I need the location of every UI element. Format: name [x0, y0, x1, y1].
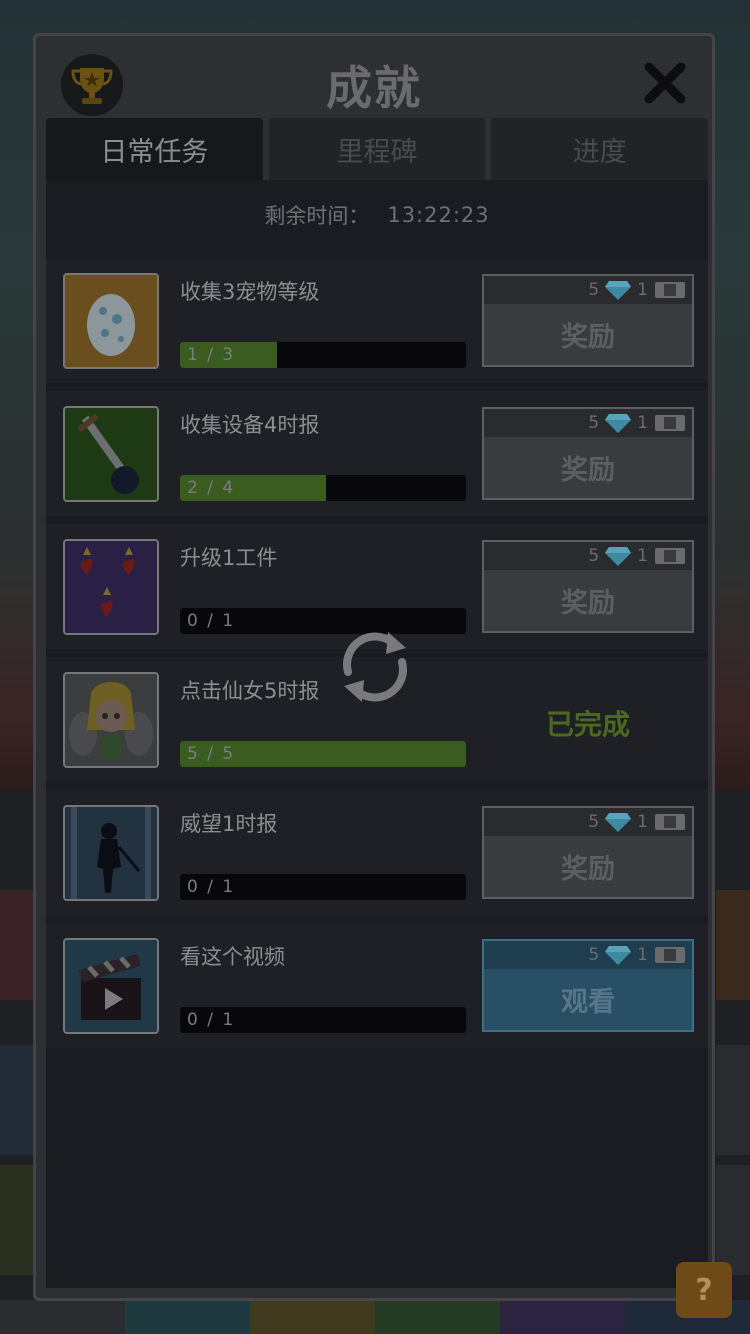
task-row: 威望1时报 0 / 1 5 1 奖励: [46, 790, 708, 915]
reward-amounts: 5 1: [484, 542, 692, 570]
dialog-header: 成就: [36, 36, 712, 116]
bottom-tab-pet: [375, 1300, 500, 1334]
progress-bar: 2 / 4: [180, 475, 466, 501]
progress-text: 0 / 1: [187, 1010, 236, 1030]
reward-button[interactable]: 5 1 奖励: [482, 806, 694, 899]
ticket-icon: [655, 947, 685, 963]
task-label: 升级1工件: [180, 546, 278, 570]
progress-text: 5 / 5: [187, 744, 236, 764]
task-label: 收集3宠物等级: [180, 280, 320, 304]
video-clapper-icon: [63, 938, 159, 1034]
gem-count: 5: [588, 280, 600, 300]
progress-bar: 1 / 3: [180, 342, 466, 368]
gem-count: 5: [588, 945, 600, 965]
reward-amounts: 5 1: [484, 941, 692, 969]
progress-bar: 0 / 1: [180, 1007, 466, 1033]
ticket-icon: [655, 415, 685, 431]
progress-bar: 5 / 5: [180, 741, 466, 767]
prestige-silhouette-icon: [63, 805, 159, 901]
watch-video-button[interactable]: 5 1 观看: [482, 939, 694, 1032]
background-card-left: [0, 890, 34, 1000]
sword-equipment-icon: [63, 406, 159, 502]
artifact-hearts-icon: [63, 539, 159, 635]
gem-icon: [605, 547, 632, 566]
tab-milestones[interactable]: 里程碑: [268, 118, 486, 180]
progress-bar: 0 / 1: [180, 874, 466, 900]
gem-icon: [605, 946, 632, 965]
ticket-icon: [655, 282, 685, 298]
gem-icon: [605, 414, 632, 433]
ticket-icon: [655, 814, 685, 830]
reward-button[interactable]: 5 1 奖励: [482, 274, 694, 367]
bottom-tab-equipment: [250, 1300, 375, 1334]
ticket-count: 1: [637, 413, 648, 433]
background-card-right: [716, 1045, 750, 1155]
tab-content: 剩余时间： 13:22:23 收集3宠物等级 1 / 3 5 1 奖励 收集设备…: [46, 180, 708, 1288]
reward-amounts: 5 1: [484, 808, 692, 836]
tab-daily-tasks[interactable]: 日常任务: [46, 118, 263, 180]
gem-count: 5: [588, 546, 600, 566]
background-card-left: [0, 1165, 34, 1275]
reward-amounts: 5 1: [484, 409, 692, 437]
gem-count: 5: [588, 812, 600, 832]
ticket-count: 1: [637, 945, 648, 965]
reward-button[interactable]: 5 1 奖励: [482, 540, 694, 633]
bottom-tab-artifact: [500, 1300, 625, 1334]
reward-button-label: 奖励: [561, 455, 615, 486]
background-card-left: [0, 1045, 34, 1155]
page-title: 成就: [326, 61, 422, 115]
remaining-time-value: 13:22:23: [387, 203, 490, 227]
ticket-count: 1: [637, 280, 648, 300]
task-label: 收集设备4时报: [180, 413, 320, 437]
gem-icon: [605, 281, 632, 300]
gem-count: 5: [588, 413, 600, 433]
background-card-right: [716, 890, 750, 1000]
reward-button-label: 奖励: [561, 322, 615, 353]
tab-progress[interactable]: 进度: [491, 118, 709, 180]
close-button[interactable]: [640, 58, 690, 108]
progress-text: 0 / 1: [187, 877, 236, 897]
fairy-icon: [63, 672, 159, 768]
help-button[interactable]: ?: [676, 1262, 732, 1318]
remaining-time-label: 剩余时间：: [264, 204, 370, 228]
progress-text: 2 / 4: [187, 478, 236, 498]
reward-button-label: 奖励: [561, 854, 615, 885]
refresh-icon: [343, 632, 407, 702]
ticket-count: 1: [637, 546, 648, 566]
progress-text: 1 / 3: [187, 345, 236, 365]
task-label: 看这个视频: [180, 945, 285, 969]
progress-text: 0 / 1: [187, 611, 236, 631]
bottom-tab-sword: [0, 1300, 125, 1334]
pet-egg-icon: [63, 273, 159, 369]
bottom-tab-hero: [125, 1300, 250, 1334]
watch-video-label: 观看: [561, 987, 615, 1018]
close-icon: [644, 62, 686, 104]
progress-bar: 0 / 1: [180, 608, 466, 634]
gem-icon: [605, 813, 632, 832]
reward-button[interactable]: 5 1 奖励: [482, 407, 694, 500]
reward-button-label: 奖励: [561, 588, 615, 619]
remaining-time: 剩余时间： 13:22:23: [46, 180, 708, 250]
task-row: 看这个视频 0 / 1 5 1 观看: [46, 923, 708, 1048]
ticket-icon: [655, 548, 685, 564]
task-label: 点击仙女5时报: [180, 679, 320, 703]
completed-status: 已完成: [545, 708, 630, 741]
ticket-count: 1: [637, 812, 648, 832]
reward-amounts: 5 1: [484, 276, 692, 304]
background-card-right: [716, 1165, 750, 1275]
task-row: 收集设备4时报 2 / 4 5 1 奖励: [46, 391, 708, 516]
task-row: 收集3宠物等级 1 / 3 5 1 奖励: [46, 258, 708, 383]
tab-bar: 日常任务 里程碑 进度: [46, 118, 709, 180]
task-label: 威望1时报: [180, 812, 278, 836]
